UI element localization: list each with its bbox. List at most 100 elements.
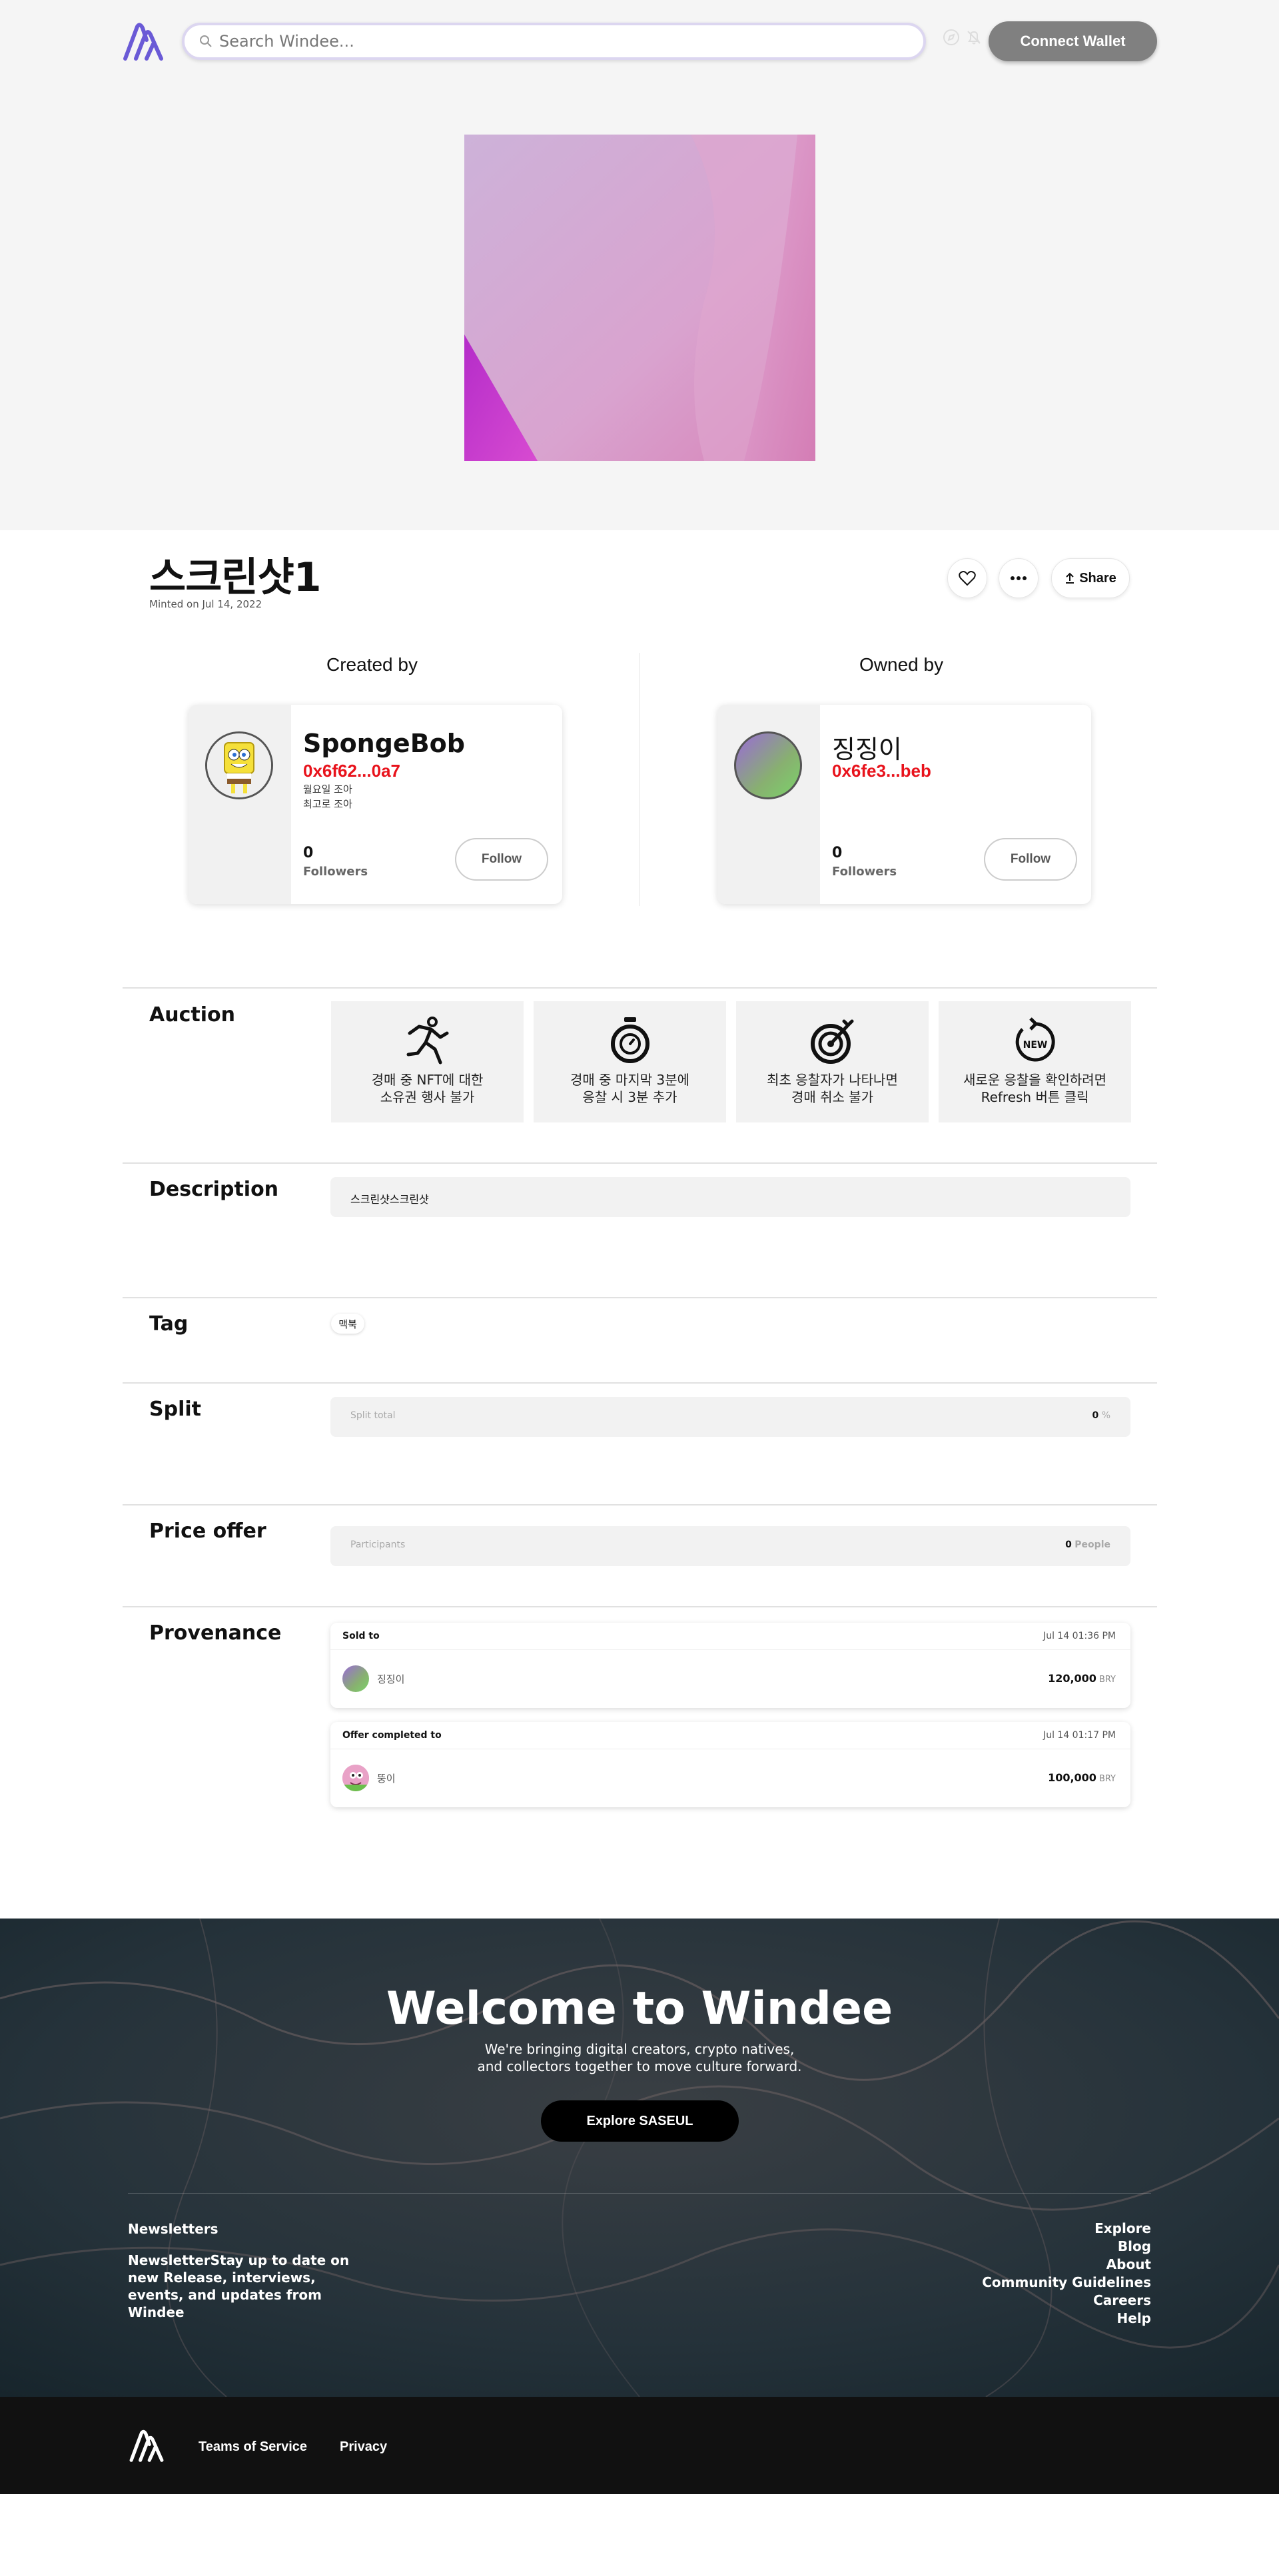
price-offer-label: Price offer: [149, 1519, 266, 1543]
followers-label: Followers: [303, 865, 368, 879]
auction-feature-card: 최초 응찰자가 나타나면 경매 취소 불가: [736, 1001, 929, 1122]
description-text: 스크린샷스크린샷: [350, 1193, 429, 1206]
provenance-name[interactable]: 뚱이: [377, 1771, 396, 1785]
footer-link-community-guidelines[interactable]: Community Guidelines: [982, 2274, 1151, 2292]
privacy-link[interactable]: Privacy: [340, 2439, 387, 2455]
welcome-heading: Welcome to Windee: [386, 1982, 893, 2035]
amount-currency: BRY: [1098, 1774, 1116, 1784]
feature-line: 경매 중 마지막 3분에: [570, 1072, 689, 1088]
tagline-line: and collectors together to move culture …: [477, 2058, 802, 2074]
feature-line: 최초 응찰자가 나타나면: [767, 1072, 898, 1088]
section-divider: [123, 1297, 1157, 1298]
tagline-line: We're bringing digital creators, crypto …: [484, 2041, 795, 2057]
provenance-amount: 120,000 BRY: [1048, 1672, 1116, 1685]
feature-line: Refresh 버튼 클릭: [981, 1089, 1089, 1105]
logo-icon[interactable]: [128, 2427, 165, 2465]
section-divider: [123, 1382, 1157, 1384]
like-button[interactable]: [947, 558, 987, 598]
creator-card: SpongeBob 0x6f62...0a7 월요일 조아 최고로 조아 0 F…: [189, 705, 562, 904]
footer-links: Explore Blog About Community Guidelines …: [982, 2220, 1151, 2328]
creator-bio: 월요일 조아 최고로 조아: [303, 782, 352, 811]
creator-name[interactable]: SpongeBob: [303, 729, 465, 758]
explore-saseul-button[interactable]: Explore SASEUL: [541, 2100, 739, 2142]
footer-link-careers[interactable]: Careers: [982, 2292, 1151, 2310]
connect-wallet-button[interactable]: Connect Wallet: [989, 21, 1157, 61]
hero-section: Connect Wallet: [0, 0, 1279, 530]
more-options-button[interactable]: [999, 558, 1039, 598]
search-input[interactable]: [219, 30, 885, 53]
provenance-date: Jul 14 01:36 PM: [1043, 1631, 1116, 1641]
feature-text: 새로운 응찰을 확인하려면 Refresh 버튼 클릭: [939, 1071, 1131, 1106]
provenance-item: Sold to Jul 14 01:36 PM 징징이 120,000 BRY: [330, 1623, 1130, 1708]
newsletter-title: Newsletters: [128, 2221, 218, 2237]
share-button[interactable]: Share: [1051, 558, 1130, 598]
feature-line: 새로운 응찰을 확인하려면: [963, 1072, 1107, 1088]
split-placeholder: Split total: [350, 1410, 396, 1421]
nft-artwork-image: [464, 135, 815, 461]
svg-text:NEW: NEW: [1023, 1040, 1048, 1051]
spongebob-avatar-image: [207, 733, 271, 797]
feature-line: 경매 취소 불가: [791, 1089, 874, 1105]
avatar[interactable]: [205, 731, 273, 799]
tag-chip[interactable]: 맥북: [331, 1314, 364, 1334]
split-unit: %: [1101, 1410, 1110, 1421]
newsletter-body: NewsletterStay up to date on new Release…: [128, 2252, 350, 2320]
target-icon: [811, 1019, 854, 1064]
split-label: Split: [149, 1398, 201, 1421]
footer-link-help[interactable]: Help: [982, 2310, 1151, 2328]
provenance-item: Offer completed to Jul 14 01:17 PM 뚱이 10…: [330, 1722, 1130, 1807]
description-box: 스크린샷스크린샷: [330, 1177, 1130, 1217]
footer-link-blog[interactable]: Blog: [982, 2238, 1151, 2256]
provenance-type: Offer completed to: [342, 1730, 442, 1741]
creator-address[interactable]: 0x6f62...0a7: [303, 761, 400, 781]
price-offer-box: Participants 0 People: [330, 1526, 1130, 1566]
provenance-name[interactable]: 징징이: [377, 1672, 404, 1686]
follow-button[interactable]: Follow: [455, 838, 548, 881]
provenance-amount: 100,000 BRY: [1048, 1771, 1116, 1784]
auction-feature-card: 경매 중 마지막 3분에 응찰 시 3분 추가: [534, 1001, 726, 1122]
split-value: 0: [1092, 1410, 1099, 1421]
amount-value: 100,000: [1048, 1771, 1096, 1784]
feature-line: 소유권 행사 불가: [380, 1089, 475, 1105]
owner-address[interactable]: 0x6fe3...beb: [832, 761, 931, 781]
minted-date: Minted on Jul 14, 2022: [149, 598, 262, 610]
participants-total: 0 People: [1065, 1539, 1110, 1550]
search-bar[interactable]: [182, 23, 926, 60]
footer-link-about[interactable]: About: [982, 2256, 1151, 2274]
bell-icon[interactable]: [965, 28, 983, 47]
refresh-new-icon: NEW: [1015, 1017, 1055, 1062]
avatar[interactable]: [734, 731, 802, 799]
share-label: Share: [1079, 570, 1116, 586]
footer-divider: [128, 2193, 1151, 2194]
compass-icon[interactable]: [942, 28, 961, 47]
upload-icon: [1066, 572, 1074, 584]
participants-unit: People: [1074, 1539, 1110, 1550]
running-person-icon: [406, 1017, 449, 1065]
owner-name[interactable]: 징징이: [832, 729, 902, 765]
followers-count: 0: [303, 845, 314, 861]
auction-feature-card: 경매 중 NFT에 대한 소유권 행사 불가: [331, 1001, 524, 1122]
divider: [330, 1649, 1130, 1650]
section-divider: [123, 1504, 1157, 1505]
owned-by-heading: Owned by: [859, 654, 944, 675]
section-divider: [123, 1162, 1157, 1164]
followers-count: 0: [832, 845, 843, 861]
avatar[interactable]: [342, 1665, 369, 1692]
provenance-label: Provenance: [149, 1621, 282, 1645]
bio-line: 최고로 조아: [303, 798, 352, 810]
footer-link-explore[interactable]: Explore: [982, 2220, 1151, 2238]
feature-text: 최초 응찰자가 나타나면 경매 취소 불가: [736, 1071, 929, 1106]
section-divider: [123, 987, 1157, 989]
patrick-avatar-image: [342, 1765, 369, 1791]
terms-of-service-link[interactable]: Teams of Service: [199, 2439, 307, 2455]
auction-feature-card: NEW 새로운 응찰을 확인하려면 Refresh 버튼 클릭: [939, 1001, 1131, 1122]
amount-currency: BRY: [1098, 1675, 1116, 1685]
auction-label: Auction: [149, 1003, 235, 1027]
follow-button[interactable]: Follow: [984, 838, 1077, 881]
feature-line: 응찰 시 3분 추가: [582, 1089, 677, 1105]
provenance-type: Sold to: [342, 1631, 380, 1641]
provenance-date: Jul 14 01:17 PM: [1043, 1730, 1116, 1741]
feature-text: 경매 중 마지막 3분에 응찰 시 3분 추가: [534, 1071, 726, 1106]
logo-icon[interactable]: [121, 20, 165, 64]
avatar[interactable]: [342, 1765, 369, 1791]
